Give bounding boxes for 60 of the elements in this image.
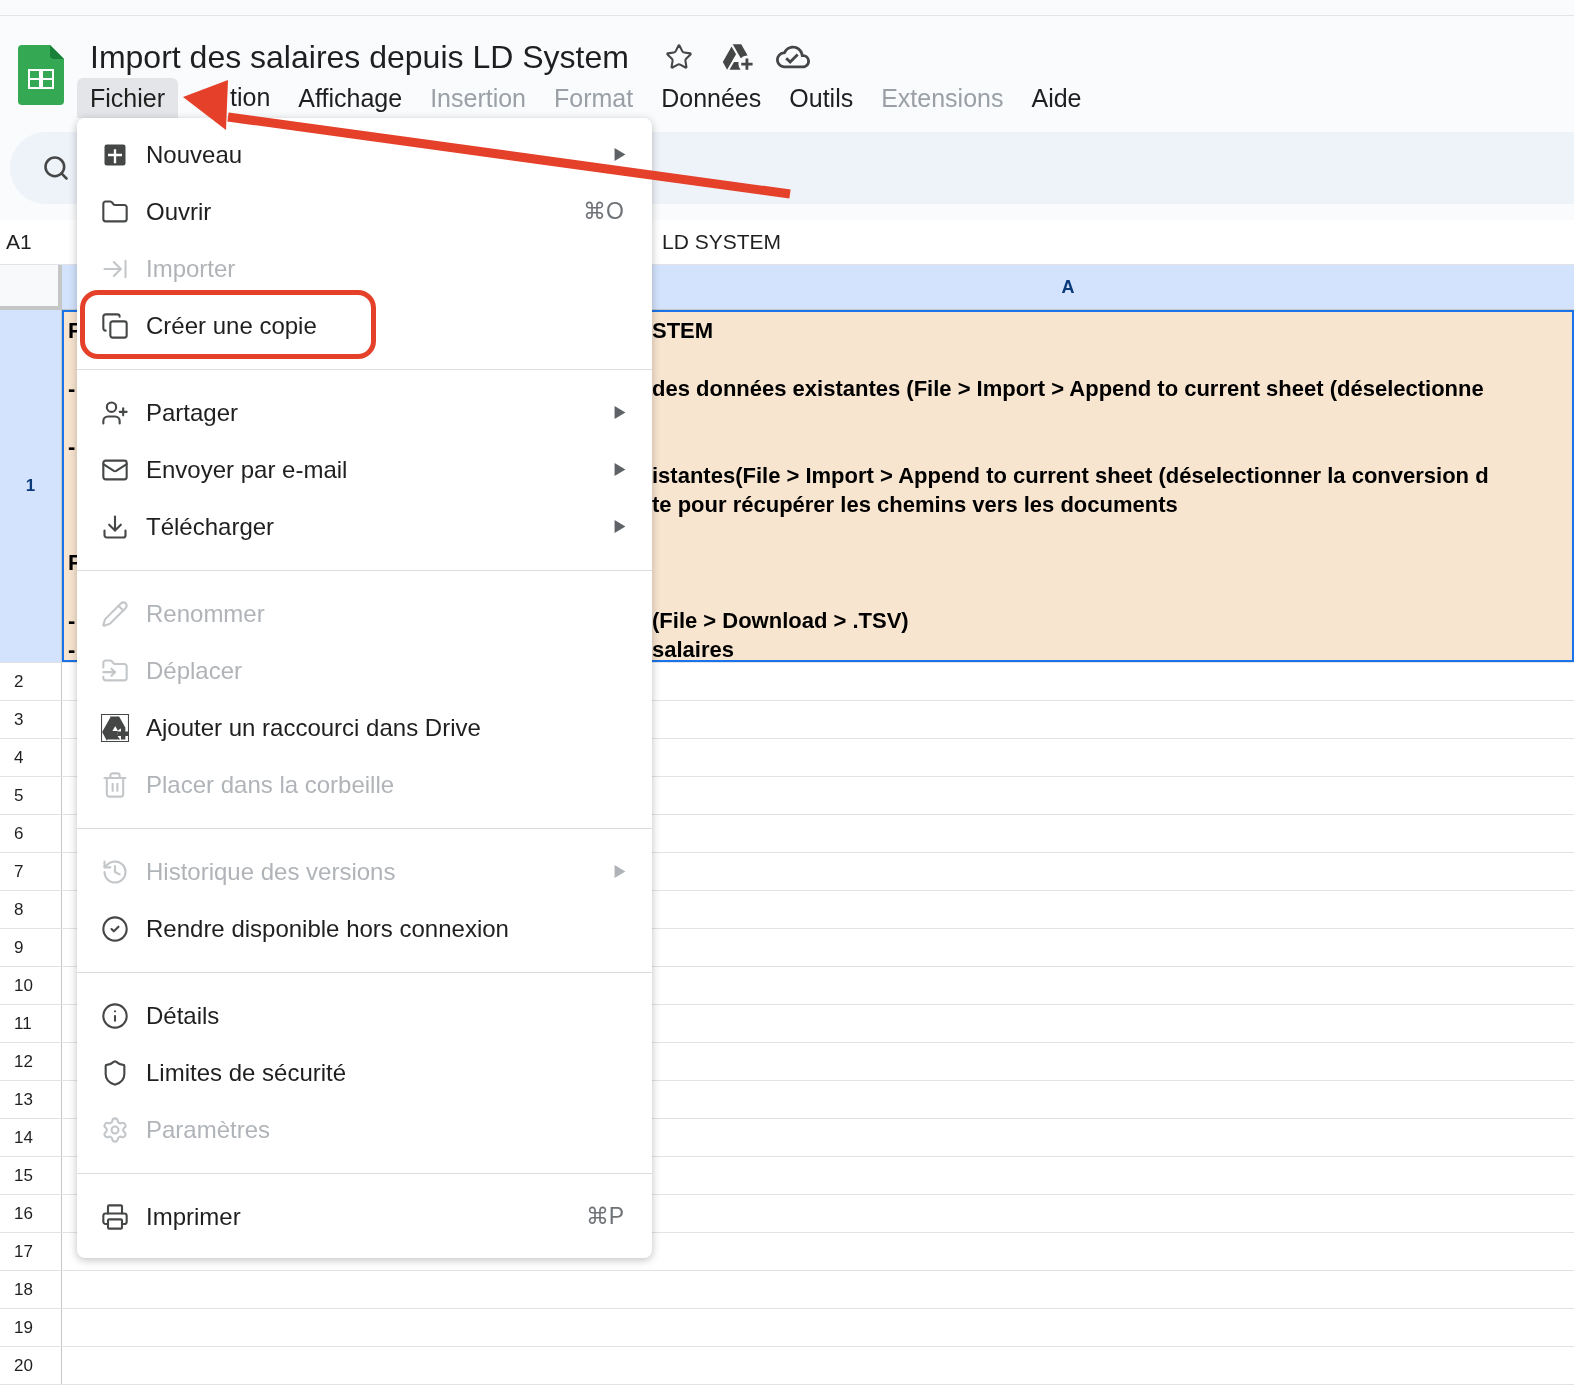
menu-bar-item[interactable]: tion <box>228 84 273 110</box>
menu-item-label: Imprimer <box>146 1201 241 1232</box>
formula-text[interactable]: LD SYSTEM <box>662 226 782 258</box>
menu-item[interactable]: Ajouter un raccourci dans Drive <box>77 706 652 749</box>
menu-item-label: Rendre disponible hors connexion <box>146 913 509 944</box>
info-icon <box>101 1001 129 1030</box>
menu-bar-item[interactable]: Fichier <box>77 78 178 118</box>
menu-item[interactable]: Limites de sécurité <box>77 1051 652 1094</box>
star-icon[interactable] <box>664 43 693 71</box>
cell-text: - <box>68 608 76 633</box>
row-header[interactable]: 1 <box>0 310 62 662</box>
menu-item[interactable]: Ouvrir ⌘O <box>77 190 652 233</box>
document-title[interactable]: Import des salaires depuis LD System <box>90 33 629 81</box>
menu-item-label: Ajouter un raccourci dans Drive <box>146 712 481 743</box>
add-person-icon <box>101 398 129 427</box>
cell-text: - <box>68 434 76 459</box>
printer-icon <box>101 1202 129 1231</box>
menu-item-label: Placer dans la corbeille <box>146 769 395 800</box>
cell-text: te pour récupérer les chemins vers les documents <box>652 491 1178 519</box>
menu-item[interactable]: Détails <box>77 994 652 1037</box>
menu-bar-item[interactable]: Outils <box>776 78 867 118</box>
menu-item[interactable]: Nouveau <box>77 133 652 176</box>
menu-item-label: Détails <box>146 1000 220 1031</box>
menu-item[interactable]: Télécharger <box>77 505 652 548</box>
menu-item[interactable]: Envoyer par e-mail <box>77 448 652 491</box>
shortcut-label: ⌘P <box>585 1202 624 1232</box>
search-icon[interactable] <box>42 154 70 182</box>
menu-item[interactable]: Rendre disponible hors connexion <box>77 907 652 950</box>
check-circle-icon <box>101 914 129 943</box>
cell-text: STEM <box>652 317 714 345</box>
settings-icon <box>101 1115 129 1144</box>
cell-text: (File > Download > .TSV) <box>652 607 909 635</box>
menu-item-label: Déplacer <box>146 655 243 686</box>
menu-item-label: Envoyer par e-mail <box>146 454 348 485</box>
copy-icon <box>101 311 129 340</box>
cell-text: istantes(File > Import > Append to current sheet (déselectionner la conversion d <box>652 462 1489 490</box>
menu-item-label: Nouveau <box>146 139 243 170</box>
drive-shortcut-icon <box>101 713 129 742</box>
menu-item-label: Renommer <box>146 598 265 629</box>
menu-item-label: Limites de sécurité <box>146 1057 347 1088</box>
menu-bar-item[interactable]: Aide <box>1018 78 1095 118</box>
history-icon <box>101 857 129 886</box>
cell-text: - <box>68 637 76 660</box>
cell-text: salaires <box>652 636 734 660</box>
menu-item-label: Historique des versions <box>146 856 396 887</box>
menu-item[interactable]: Partager <box>77 391 652 434</box>
menu-item-label: Paramètres <box>146 1114 271 1145</box>
menu-bar-item[interactable]: Affichage <box>285 78 416 118</box>
cell-text: des données existantes (File > Import > Append to current sheet (déselectionne <box>652 375 1484 403</box>
pencil-icon <box>101 599 129 628</box>
shortcut-label: ⌘O <box>583 197 624 227</box>
menu-bar-item[interactable]: Données <box>648 78 775 118</box>
cell-text: - <box>68 376 76 401</box>
sheets-logo[interactable] <box>18 45 64 105</box>
trash-icon <box>101 770 129 799</box>
menu-item-label: Partager <box>146 397 239 428</box>
menu-item-label: Ouvrir <box>146 196 212 227</box>
menu-item-label: Télécharger <box>146 511 275 542</box>
menu-item-label: Créer une copie <box>146 310 317 341</box>
menu-item[interactable]: Imprimer ⌘P <box>77 1195 652 1238</box>
